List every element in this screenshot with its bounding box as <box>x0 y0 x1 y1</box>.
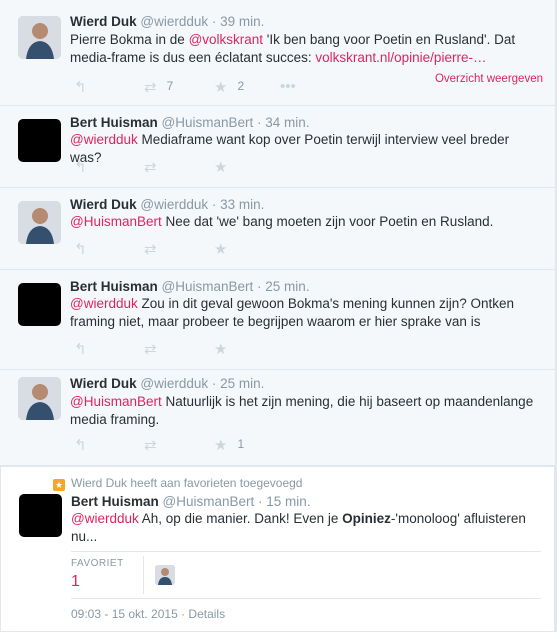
tweet-time[interactable]: · 15 min. <box>258 494 311 509</box>
author-handle[interactable]: @HuismanBert <box>162 279 254 294</box>
tweet-text: @wierdduk Mediaframe want kop over Poeti… <box>70 132 510 165</box>
reply-icon[interactable]: ↰ <box>74 158 87 176</box>
author-handle[interactable]: @wierdduk <box>140 14 208 29</box>
favorite-icon[interactable]: ★ 2 <box>214 78 244 96</box>
avatar[interactable] <box>18 377 61 420</box>
avatar[interactable] <box>19 494 62 537</box>
tweet-text: @HuismanBert Nee dat 'we' bang moeten zi… <box>70 214 494 229</box>
tweet-time[interactable]: · 33 min. <box>212 197 265 212</box>
favorite-badge-icon: ★ <box>53 479 65 491</box>
favorite-context: ★ Wierd Duk heeft aan favorieten toegevoe… <box>53 476 303 491</box>
author-name[interactable]: Wierd Duk <box>70 376 137 391</box>
reply-icon[interactable]: ↰ <box>74 340 87 358</box>
favorites-label: FAVORIET <box>71 558 124 569</box>
stats-divider <box>143 556 144 594</box>
favorite-icon[interactable]: ★ <box>214 158 227 176</box>
author-name[interactable]: Wierd Duk <box>70 197 137 212</box>
favoriter-avatar[interactable] <box>155 565 175 585</box>
retweet-icon[interactable]: ⇄ <box>144 436 157 454</box>
favorite-icon[interactable]: ★ 1 <box>214 436 244 454</box>
author-name[interactable]: Bert Huisman <box>71 494 159 509</box>
conversation-stream: Wierd Duk @wierdduk · 39 min. Pierre Bok… <box>0 0 557 632</box>
tweet-time[interactable]: · 25 min. <box>212 376 265 391</box>
tweet-2[interactable]: Bert Huisman @HuismanBert · 34 min. @wie… <box>0 106 555 188</box>
reply-icon[interactable]: ↰ <box>74 240 87 258</box>
favorite-icon[interactable]: ★ <box>214 240 227 258</box>
retweet-count: 7 <box>166 79 174 93</box>
tweet-time[interactable]: · 34 min. <box>257 115 310 130</box>
tweet-4[interactable]: Bert Huisman @HuismanBert · 25 min. @wie… <box>0 270 555 370</box>
avatar[interactable] <box>18 119 61 162</box>
tweet-stats: FAVORIET 1 <box>71 551 541 599</box>
avatar[interactable] <box>18 16 61 59</box>
retweet-icon[interactable]: ⇄ 7 <box>144 78 173 96</box>
tweet-text: @wierdduk Zou in dit geval gewoon Bokma'… <box>70 296 515 329</box>
reply-icon[interactable]: ↰ <box>74 78 87 96</box>
mention-link[interactable]: @HuismanBert <box>70 214 162 229</box>
tweet-time[interactable]: · 25 min. <box>257 279 310 294</box>
author-handle[interactable]: @wierdduk <box>140 376 208 391</box>
details-link[interactable]: Details <box>188 607 225 621</box>
tweet-5[interactable]: Wierd Duk @wierdduk · 25 min. @HuismanBe… <box>0 370 555 466</box>
tweet-1[interactable]: Wierd Duk @wierdduk · 39 min. Pierre Bok… <box>0 0 555 106</box>
url-link[interactable]: volkskrant.nl/opinie/pierre-… <box>315 50 486 65</box>
expand-link[interactable]: Overzicht weergeven <box>435 73 543 85</box>
tweet-text: Pierre Bokma in de @volkskrant 'Ik ben b… <box>70 32 516 65</box>
author-name[interactable]: Wierd Duk <box>70 14 137 29</box>
more-icon[interactable]: ••• <box>280 78 296 95</box>
mention-link[interactable]: @volkskrant <box>189 32 263 47</box>
tweet-time[interactable]: · 39 min. <box>212 14 265 29</box>
avatar[interactable] <box>18 201 61 244</box>
avatar[interactable] <box>18 283 61 326</box>
mention-link[interactable]: @HuismanBert <box>70 394 162 409</box>
mention-link[interactable]: @wierdduk <box>71 511 139 526</box>
reply-icon[interactable]: ↰ <box>74 436 87 454</box>
mention-link[interactable]: @wierdduk <box>70 296 138 311</box>
favorite-count: 1 <box>237 437 245 451</box>
tweet-text: @HuismanBert Natuurlijk is het zijn meni… <box>70 394 534 427</box>
timestamp-line: 09:03 - 15 okt. 2015 · Details <box>71 607 226 621</box>
retweet-icon[interactable]: ⇄ <box>144 340 157 358</box>
tweet-text: @wierdduk Ah, op die manier. Dank! Even … <box>71 511 526 544</box>
author-handle[interactable]: @HuismanBert <box>163 494 255 509</box>
retweet-icon[interactable]: ⇄ <box>144 158 157 176</box>
author-handle[interactable]: @wierdduk <box>140 197 208 212</box>
author-name[interactable]: Bert Huisman <box>70 115 158 130</box>
retweet-icon[interactable]: ⇄ <box>144 240 157 258</box>
favorite-count: 2 <box>237 79 245 93</box>
full-timestamp[interactable]: 09:03 - 15 okt. 2015 <box>71 607 178 621</box>
author-handle[interactable]: @HuismanBert <box>162 115 254 130</box>
author-name[interactable]: Bert Huisman <box>70 279 158 294</box>
mention-link[interactable]: @wierdduk <box>70 132 138 147</box>
favorites-value[interactable]: 1 <box>71 573 80 591</box>
tweet-3[interactable]: Wierd Duk @wierdduk · 33 min. @HuismanBe… <box>0 188 555 270</box>
tweet-6-expanded[interactable]: ★ Wierd Duk heeft aan favorieten toegevoe… <box>0 466 555 632</box>
favorite-icon[interactable]: ★ <box>214 340 227 358</box>
